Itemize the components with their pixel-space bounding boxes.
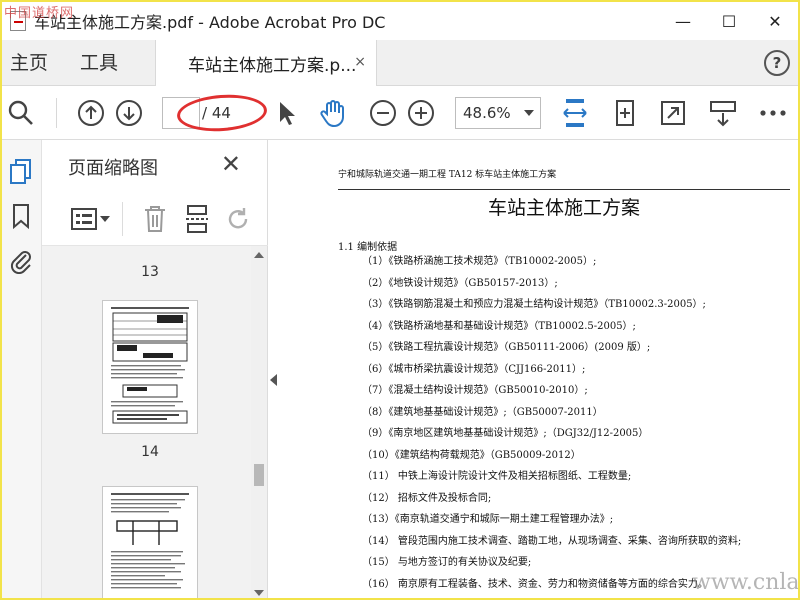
- reference-line: （7）《混凝土结构设计规范》（GB50010-2010）;: [362, 385, 588, 396]
- delete-page-icon[interactable]: [142, 204, 168, 238]
- reference-line: （11） 中铁上海设计院设计文件及相关招标图纸、工程数量;: [362, 471, 632, 482]
- page-thumbnails-icon[interactable]: [8, 158, 34, 186]
- document-running-header: 宁和城际轨道交通一期工程 TA12 标车站主体施工方案: [338, 170, 557, 180]
- header-rule: [338, 189, 790, 190]
- rotate-view-icon[interactable]: [610, 98, 640, 128]
- search-icon[interactable]: [6, 98, 36, 128]
- tab-tools[interactable]: 工具: [80, 40, 118, 86]
- section-heading: 1.1 编制依据: [338, 242, 398, 253]
- toolbar-divider: [56, 98, 57, 128]
- window-controls: — ☐ ✕: [660, 2, 798, 40]
- keyboard-scroll-icon[interactable]: [708, 98, 738, 128]
- tab-document-label: 车站主体施工方案.p...: [188, 55, 357, 76]
- reference-line: （1）《铁路桥涵施工技术规范》（TB10002-2005）;: [362, 256, 597, 267]
- insert-page-icon[interactable]: [184, 204, 210, 238]
- reference-line: （15） 与地方签订的有关协议及纪要;: [362, 557, 532, 568]
- zoom-in-icon[interactable]: [406, 98, 436, 128]
- close-window-button[interactable]: ✕: [752, 2, 798, 40]
- more-options-icon[interactable]: [758, 98, 788, 128]
- scroll-down-icon[interactable]: [254, 590, 264, 596]
- main-toolbar: [2, 86, 798, 140]
- watermark-top-left: 中国道桥网: [4, 6, 75, 21]
- reference-line: （13）《南京轨道交通宁和城际一期土建工程管理办法》;: [362, 514, 614, 525]
- watermark-bottom-right: www.cnlao.com: [692, 570, 800, 595]
- scroll-up-icon[interactable]: [254, 252, 264, 258]
- tab-close-icon[interactable]: ×: [354, 54, 366, 70]
- panel-toolbar-divider: [122, 202, 123, 236]
- tab-home[interactable]: 主页: [10, 40, 48, 86]
- attachment-icon[interactable]: [8, 246, 34, 275]
- window-title: 车站主体施工方案.pdf - Adobe Acrobat Pro DC: [34, 13, 386, 32]
- full-screen-icon[interactable]: [658, 98, 688, 128]
- reference-line: （2）《地铁设计规范》（GB50157-2013）;: [362, 278, 558, 289]
- document-view[interactable]: 宁和城际轨道交通一期工程 TA12 标车站主体施工方案 车站主体施工方案 1.1…: [284, 141, 798, 598]
- thumbnail-page-number: 14: [141, 444, 159, 460]
- minimize-button[interactable]: —: [660, 2, 706, 40]
- maximize-button[interactable]: ☐: [706, 2, 752, 40]
- reference-line: （9）《南京地区建筑地基基础设计规范》;（DGJ32/J12-2005）: [362, 428, 649, 439]
- reference-line: （16） 南京原有工程装备、技术、资金、劳力和物资储备等方面的综合实力。: [362, 579, 708, 590]
- reference-line: （12） 招标文件及投标合同;: [362, 493, 492, 504]
- app-frame: 车站主体施工方案.pdf - Adobe Acrobat Pro DC — ☐ …: [0, 0, 800, 600]
- zoom-value: 48.6%: [463, 104, 511, 122]
- document-title: 车站主体施工方案: [487, 197, 640, 219]
- hand-tool-icon[interactable]: [318, 98, 348, 128]
- title-bar: 车站主体施工方案.pdf - Adobe Acrobat Pro DC — ☐ …: [2, 2, 798, 40]
- thumbnail-options-icon[interactable]: [70, 206, 110, 236]
- reference-line: （4）《铁路桥涵地基和基础设计规范》（TB10002.5-2005）;: [362, 321, 636, 332]
- tab-document[interactable]: 车站主体施工方案.p... ×: [155, 40, 377, 86]
- thumbnail-page-number: 13: [141, 264, 159, 280]
- reference-line: （5）《铁路工程抗震设计规范》（GB50111-2006）(2009 版）;: [362, 342, 651, 353]
- reference-line: （10）《建筑结构荷载规范》（GB50009-2012）: [362, 450, 581, 461]
- next-page-icon[interactable]: [114, 98, 144, 128]
- panel-title: 页面缩略图: [68, 158, 158, 179]
- thumbnail-page-14[interactable]: [102, 300, 198, 434]
- reference-line: （8）《建筑地基基础设计规范》;（GB50007-2011）: [362, 407, 603, 418]
- reference-line: （6）《城市桥梁抗震设计规范》（CJJ166-2011）;: [362, 364, 586, 375]
- chevron-down-icon: [524, 110, 534, 116]
- fit-width-icon[interactable]: [560, 98, 590, 128]
- rotate-page-icon[interactable]: [226, 204, 252, 238]
- panel-toolbar: [42, 192, 268, 246]
- scrollbar-thumb[interactable]: [254, 464, 264, 486]
- previous-page-icon[interactable]: [76, 98, 106, 128]
- panel-close-icon[interactable]: ✕: [221, 150, 241, 178]
- collapse-panel-icon[interactable]: [270, 374, 277, 386]
- zoom-out-icon[interactable]: [368, 98, 398, 128]
- select-cursor-icon[interactable]: [272, 98, 302, 128]
- thumbnail-scrollbar[interactable]: [251, 246, 267, 598]
- thumbnail-list: 13 14: [42, 246, 252, 598]
- thumbnail-page-15[interactable]: [102, 486, 198, 598]
- zoom-select[interactable]: 48.6%: [455, 97, 541, 129]
- thumbnails-panel: 页面缩略图 ✕ 13 14: [42, 140, 268, 598]
- help-icon[interactable]: ?: [764, 50, 790, 76]
- tab-row: 主页 工具 车站主体施工方案.p... × ?: [2, 40, 798, 86]
- reference-line: （14） 管段范围内施工技术调查、踏勘工地，从现场调查、采集、咨询所获取的资料;: [362, 536, 742, 547]
- bookmark-icon[interactable]: [8, 202, 34, 230]
- navigation-rail: [2, 140, 42, 598]
- reference-line: （3）《铁路钢筋混凝土和预应力混凝土结构设计规范》（TB10002.3-2005…: [362, 299, 706, 310]
